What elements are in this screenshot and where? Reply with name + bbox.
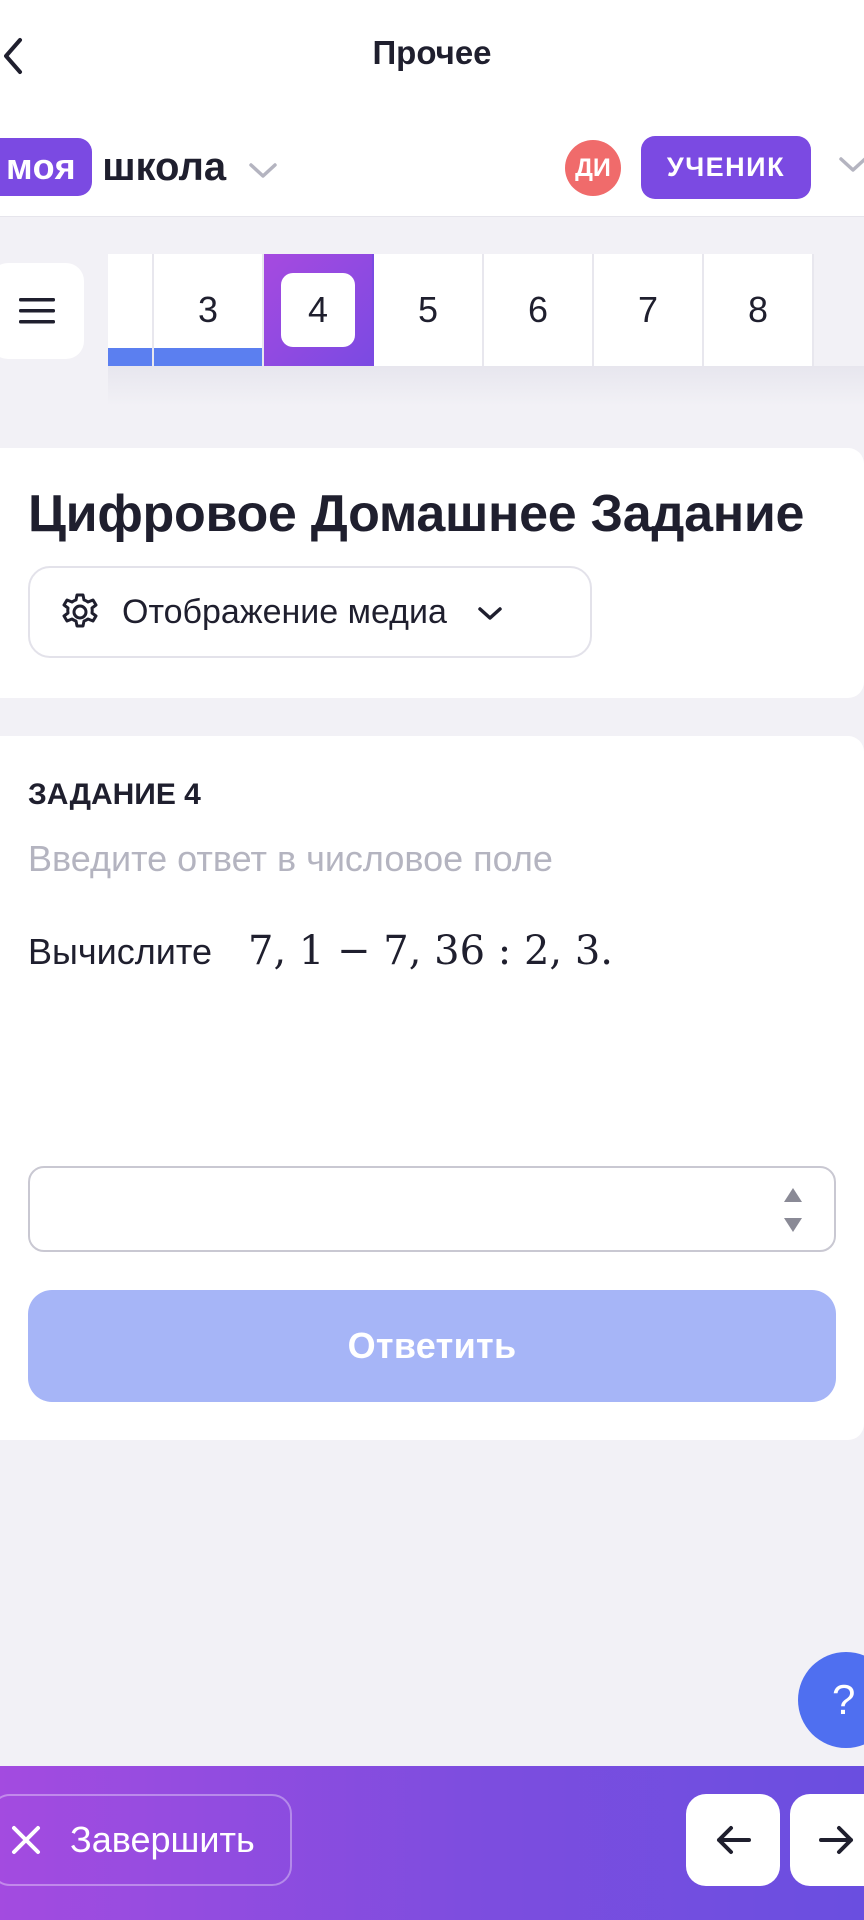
number-spinner-icon[interactable] [782, 1186, 804, 1234]
task-tab-label: 4 [307, 289, 329, 330]
finish-label: Завершить [70, 1819, 255, 1860]
task-tab-8[interactable]: 8 [704, 254, 814, 366]
next-task-button[interactable] [790, 1794, 864, 1886]
task-tab-label: 7 [637, 289, 659, 330]
chevron-down-icon [478, 607, 502, 620]
task-tab-4[interactable]: 4 [264, 254, 374, 366]
task-prompt: Вычислите [28, 931, 212, 972]
task-tab-label: 6 [527, 289, 549, 330]
task-tab-3[interactable]: 3 [154, 254, 264, 366]
gear-icon [62, 593, 98, 628]
answer-field[interactable] [28, 1166, 836, 1252]
arrow-right-icon [819, 1826, 853, 1854]
brand-logo-name: школа [102, 144, 227, 189]
role-badge[interactable]: УЧЕНИК [641, 136, 811, 199]
brand-switcher[interactable]: моя школа [0, 138, 278, 196]
task-tab-7[interactable]: 7 [594, 254, 704, 366]
hamburger-icon [19, 298, 55, 324]
prev-task-button[interactable] [686, 1794, 780, 1886]
help-icon: ? [832, 1676, 856, 1723]
homework-title: Цифровое Домашнее Задание [28, 485, 805, 543]
task-tab-label: 5 [417, 289, 439, 330]
task-tab-label: 8 [747, 289, 769, 330]
task-menu-button[interactable] [0, 263, 84, 359]
chevron-down-icon [249, 163, 277, 178]
task-tab-2[interactable] [108, 254, 154, 366]
task-tabs-shadow [108, 366, 864, 406]
brand-logo-highlight: моя [0, 138, 93, 196]
task-tab-label: 3 [197, 289, 219, 330]
role-chevron-down-icon[interactable] [838, 156, 864, 174]
page-title: Прочее [372, 34, 492, 71]
task-number: ЗАДАНИЕ 4 [28, 778, 201, 811]
help-button[interactable]: ? [798, 1652, 864, 1748]
arrow-left-icon [717, 1826, 751, 1854]
media-display-label: Отображение медиа [122, 592, 447, 631]
submit-answer-button[interactable]: Ответить [28, 1290, 836, 1402]
task-hint: Введите ответ в числовое поле [28, 838, 553, 879]
avatar[interactable]: ДИ [565, 140, 621, 196]
task-tab-6[interactable]: 6 [484, 254, 594, 366]
task-expression: 7, 1 − 7, 36 : 2, 3. [248, 928, 613, 974]
answer-input[interactable] [30, 1168, 776, 1250]
media-display-dropdown[interactable]: Отображение медиа [28, 566, 592, 658]
task-question: Вычислите 7, 1 − 7, 36 : 2, 3. [28, 928, 613, 974]
task-tab-5[interactable]: 5 [374, 254, 484, 366]
task-tabs: 3 4 5 6 7 8 [108, 254, 814, 366]
close-icon [12, 1826, 40, 1854]
finish-button[interactable]: Завершить [0, 1794, 292, 1886]
